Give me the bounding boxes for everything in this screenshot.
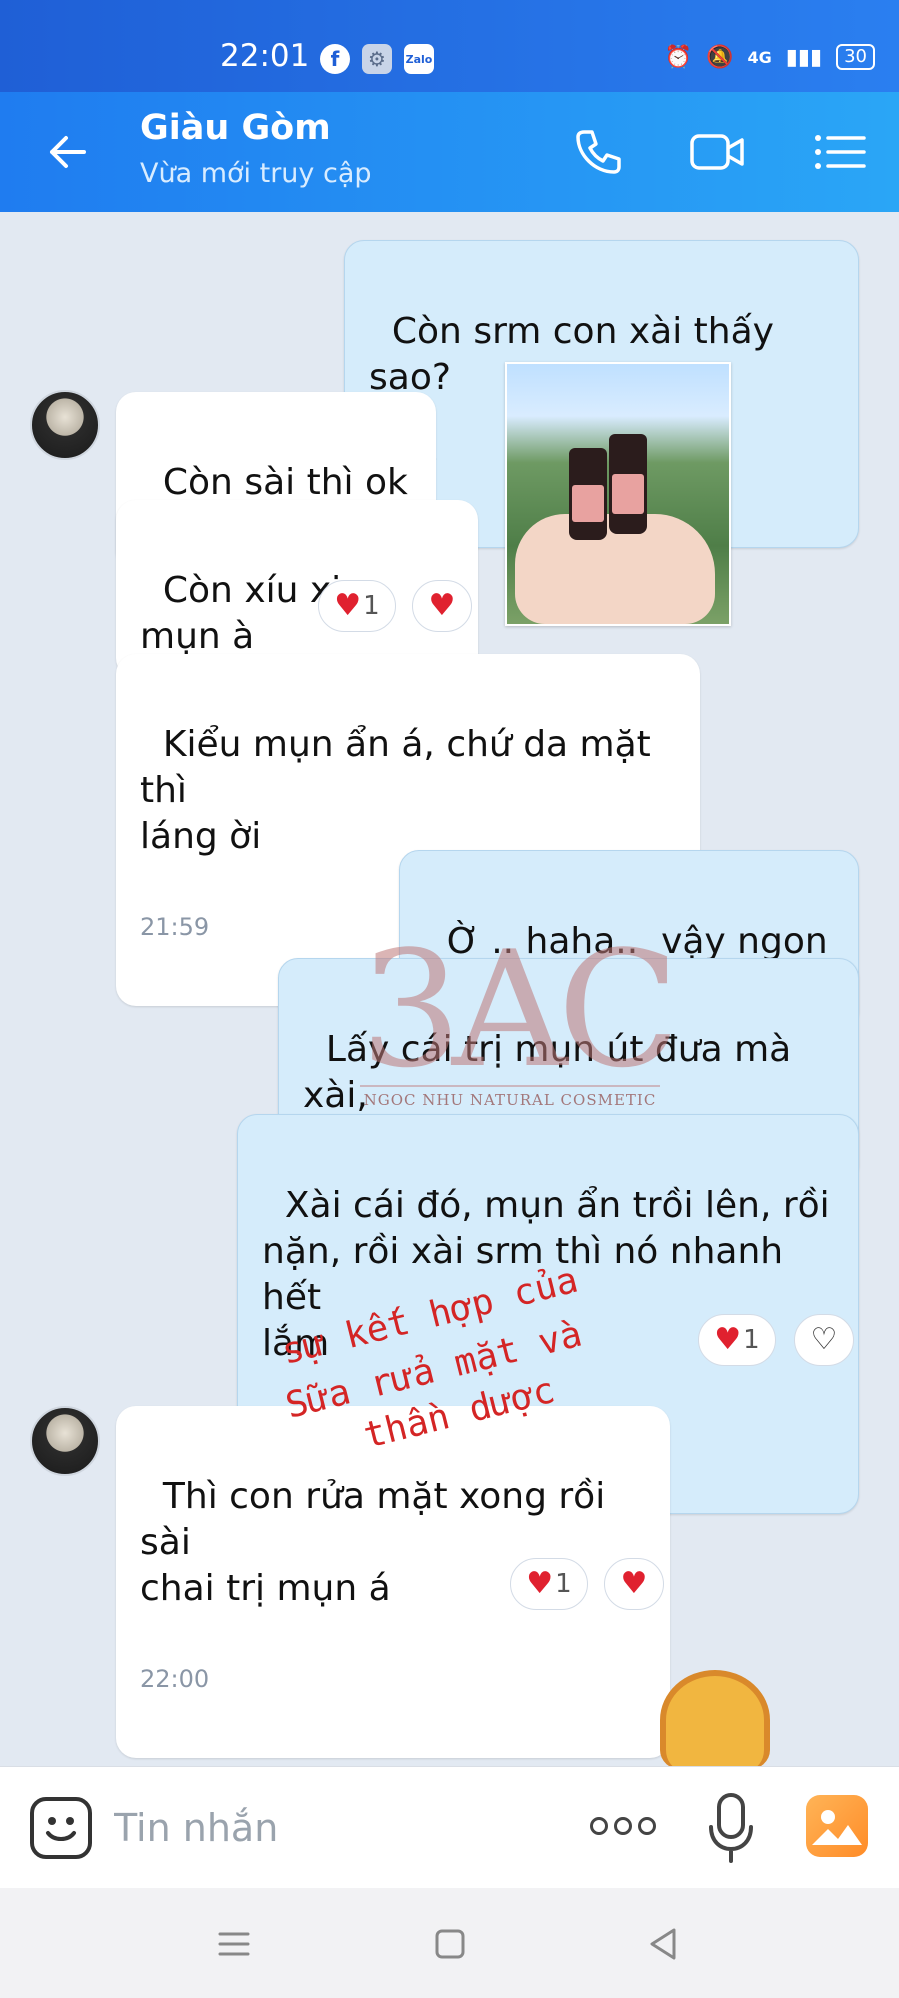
menu-list-icon[interactable]: [810, 122, 870, 182]
network-type: 4G: [747, 47, 772, 67]
mute-icon: 🔕: [706, 44, 734, 70]
contact-avatar[interactable]: [30, 1406, 100, 1476]
recent-apps-icon[interactable]: [214, 1924, 254, 1964]
battery-indicator: 30: [836, 44, 875, 70]
photo-bottle: [609, 434, 647, 534]
message-input-bar: [0, 1766, 899, 1888]
react-button[interactable]: ♡: [794, 1314, 854, 1366]
emoji-icon[interactable]: [30, 1797, 92, 1859]
microphone-icon[interactable]: [706, 1791, 756, 1865]
status-indicators: ⏰ 🔕 4G ▮▮▮ 30: [665, 44, 875, 70]
contact-status: Vừa mới truy cập: [140, 158, 372, 189]
status-notification-icons: f ⚙ Zalo: [320, 44, 434, 74]
zalo-icon: Zalo: [404, 44, 434, 74]
shared-photo[interactable]: [505, 362, 731, 626]
reaction-summary[interactable]: ♥ 1: [318, 580, 396, 632]
status-time: 22:01: [220, 38, 310, 74]
phone-call-icon[interactable]: [568, 122, 628, 182]
photo-bottle: [569, 448, 607, 540]
message-text: Kiểu mụn ẩn á, chứ da mặt thì láng ời: [140, 724, 651, 857]
message-time: 22:00: [140, 1665, 210, 1693]
sticker[interactable]: [660, 1670, 770, 1770]
gallery-icon[interactable]: [806, 1795, 868, 1857]
status-bar: 22:01 f ⚙ Zalo ⏰ 🔕 4G ▮▮▮ 30: [0, 0, 899, 92]
back-nav-icon[interactable]: [644, 1924, 684, 1964]
reaction-summary[interactable]: ♥ 1: [698, 1314, 776, 1366]
settings-icon: ⚙: [362, 44, 392, 74]
contact-avatar[interactable]: [30, 390, 100, 460]
reaction-count: 1: [743, 1325, 760, 1355]
heart-icon: ♥: [334, 588, 362, 623]
reaction-count: 1: [555, 1569, 572, 1599]
heart-outline-icon: ♡: [810, 1322, 838, 1357]
alarm-icon: ⏰: [664, 44, 693, 70]
heart-icon: ♥: [620, 1566, 648, 1601]
facebook-icon: f: [320, 44, 350, 74]
heart-icon: ♥: [526, 1566, 554, 1601]
video-call-icon[interactable]: [688, 122, 748, 182]
react-button[interactable]: ♥: [604, 1558, 664, 1610]
chat-header: Giàu Gòm Vừa mới truy cập: [0, 92, 899, 212]
signal-icon: ▮▮▮: [785, 44, 823, 70]
heart-icon: ♥: [714, 1322, 742, 1357]
heart-icon: ♥: [428, 588, 456, 623]
home-icon[interactable]: [430, 1924, 470, 1964]
message-input[interactable]: [114, 1797, 554, 1859]
reaction-summary[interactable]: ♥ 1: [510, 1558, 588, 1610]
system-nav-bar: [0, 1888, 899, 1998]
react-button[interactable]: ♥: [412, 580, 472, 632]
contact-name[interactable]: Giàu Gòm: [140, 108, 331, 148]
reaction-count: 1: [363, 591, 380, 621]
back-arrow-icon[interactable]: [40, 124, 96, 180]
more-options-icon[interactable]: [590, 1817, 656, 1835]
